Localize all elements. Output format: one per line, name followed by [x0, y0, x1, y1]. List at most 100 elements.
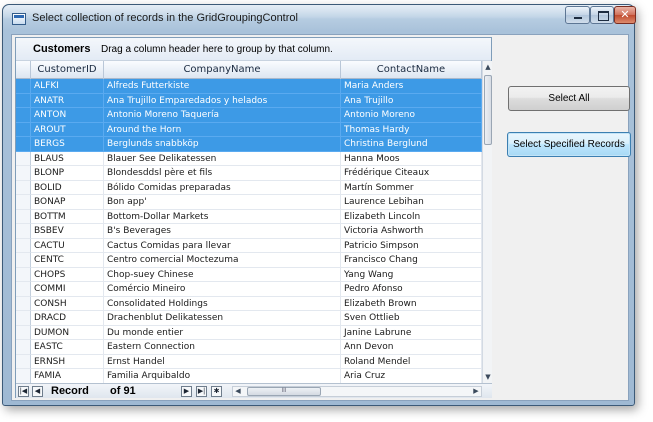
- row-header-cell[interactable]: [16, 79, 31, 94]
- table-row[interactable]: CHOPS Chop-suey Chinese Yang Wang: [16, 267, 482, 282]
- contactname-cell[interactable]: Sven Ottlieb: [341, 311, 482, 326]
- customerid-cell[interactable]: BONAP: [31, 195, 104, 210]
- table-row[interactable]: BLAUS Blauer See Delikatessen Hanna Moos: [16, 151, 482, 166]
- contactname-cell[interactable]: Yang Wang: [341, 267, 482, 282]
- table-row[interactable]: ANTON Antonio Moreno Taquería Antonio More…: [16, 108, 482, 123]
- customerid-cell[interactable]: ERNSH: [31, 354, 104, 369]
- customerid-cell[interactable]: ALFKI: [31, 79, 104, 94]
- contactname-cell[interactable]: Christina Berglund: [341, 137, 482, 152]
- contactname-cell[interactable]: Laurence Lebihan: [341, 195, 482, 210]
- companyname-cell[interactable]: Ernst Handel: [104, 354, 341, 369]
- customerid-cell[interactable]: CHOPS: [31, 267, 104, 282]
- contactname-cell[interactable]: Ana Trujillo: [341, 93, 482, 108]
- row-header-cell[interactable]: [16, 166, 31, 181]
- contactname-cell[interactable]: Patricio Simpson: [341, 238, 482, 253]
- customerid-cell[interactable]: BLAUS: [31, 151, 104, 166]
- row-header-cell[interactable]: [16, 224, 31, 239]
- customerid-cell[interactable]: ANATR: [31, 93, 104, 108]
- contactname-cell[interactable]: Thomas Hardy: [341, 122, 482, 137]
- companyname-cell[interactable]: Consolidated Holdings: [104, 296, 341, 311]
- minimize-button[interactable]: [565, 6, 590, 24]
- new-record-icon[interactable]: ✱: [211, 386, 222, 397]
- row-header-cell[interactable]: [16, 325, 31, 340]
- customerid-cell[interactable]: COMMI: [31, 282, 104, 297]
- row-header-cell[interactable]: [16, 340, 31, 355]
- table-row[interactable]: ERNSH Ernst Handel Roland Mendel: [16, 354, 482, 369]
- row-header-cell[interactable]: [16, 108, 31, 123]
- companyname-cell[interactable]: Du monde entier: [104, 325, 341, 340]
- companyname-cell[interactable]: Antonio Moreno Taquería: [104, 108, 341, 123]
- row-header-cell[interactable]: [16, 267, 31, 282]
- contactname-cell[interactable]: Janine Labrune: [341, 325, 482, 340]
- scroll-right-arrow-icon[interactable]: ▶: [471, 387, 481, 396]
- table-row[interactable]: BSBEV B's Beverages Victoria Ashworth: [16, 224, 482, 239]
- column-header-customerid[interactable]: CustomerID: [31, 61, 104, 79]
- select-specified-records-button[interactable]: Select Specified Records: [507, 132, 631, 157]
- last-record-icon[interactable]: ▶|: [196, 386, 207, 397]
- customerid-cell[interactable]: ANTON: [31, 108, 104, 123]
- companyname-cell[interactable]: Alfreds Futterkiste: [104, 79, 341, 94]
- table-row[interactable]: BOTTM Bottom-Dollar Markets Elizabeth Linc…: [16, 209, 482, 224]
- table-row[interactable]: ALFKI Alfreds Futterkiste Maria Anders: [16, 79, 482, 94]
- contactname-cell[interactable]: Victoria Ashworth: [341, 224, 482, 239]
- contactname-cell[interactable]: Frédérique Citeaux: [341, 166, 482, 181]
- customerid-cell[interactable]: DUMON: [31, 325, 104, 340]
- table-row[interactable]: BOLID Bólido Comidas preparadas Martín Som…: [16, 180, 482, 195]
- row-header-cell[interactable]: [16, 137, 31, 152]
- contactname-cell[interactable]: Hanna Moos: [341, 151, 482, 166]
- contactname-cell[interactable]: Elizabeth Brown: [341, 296, 482, 311]
- table-row[interactable]: ANATR Ana Trujillo Emparedados y helados A…: [16, 93, 482, 108]
- row-header-cell[interactable]: [16, 195, 31, 210]
- row-header-cell[interactable]: [16, 122, 31, 137]
- row-header-cell[interactable]: [16, 369, 31, 383]
- companyname-cell[interactable]: Chop-suey Chinese: [104, 267, 341, 282]
- row-header-cell[interactable]: [16, 282, 31, 297]
- companyname-cell[interactable]: B's Beverages: [104, 224, 341, 239]
- companyname-cell[interactable]: Centro comercial Moctezuma: [104, 253, 341, 268]
- first-record-icon[interactable]: |◀: [18, 386, 29, 397]
- table-row[interactable]: CACTU Cactus Comidas para llevar Patricio …: [16, 238, 482, 253]
- contactname-cell[interactable]: Aria Cruz: [341, 369, 482, 383]
- companyname-cell[interactable]: Comércio Mineiro: [104, 282, 341, 297]
- table-row[interactable]: FAMIA Familia Arquibaldo Aria Cruz: [16, 369, 482, 383]
- companyname-cell[interactable]: Bon app': [104, 195, 341, 210]
- row-header-cell[interactable]: [16, 180, 31, 195]
- companyname-cell[interactable]: Eastern Connection: [104, 340, 341, 355]
- customerid-cell[interactable]: EASTC: [31, 340, 104, 355]
- close-button[interactable]: ✕: [614, 6, 636, 24]
- horizontal-scrollbar[interactable]: ◀ III ▶: [232, 386, 482, 397]
- table-row[interactable]: BLONP Blondesddsl père et fils Frédérique …: [16, 166, 482, 181]
- customerid-cell[interactable]: CONSH: [31, 296, 104, 311]
- select-all-button[interactable]: Select All: [508, 86, 630, 111]
- table-row[interactable]: AROUT Around the Horn Thomas Hardy: [16, 122, 482, 137]
- companyname-cell[interactable]: Bólido Comidas preparadas: [104, 180, 341, 195]
- row-header-cell[interactable]: [16, 296, 31, 311]
- table-row[interactable]: EASTC Eastern Connection Ann Devon: [16, 340, 482, 355]
- companyname-cell[interactable]: Blauer See Delikatessen: [104, 151, 341, 166]
- companyname-cell[interactable]: Berglunds snabbköp: [104, 137, 341, 152]
- customerid-cell[interactable]: BSBEV: [31, 224, 104, 239]
- table-row[interactable]: BERGS Berglunds snabbköp Christina Berglun…: [16, 137, 482, 152]
- row-header-cell[interactable]: [16, 311, 31, 326]
- vertical-scrollbar[interactable]: ▲ ▼: [482, 61, 492, 383]
- contactname-cell[interactable]: Elizabeth Lincoln: [341, 209, 482, 224]
- companyname-cell[interactable]: Drachenblut Delikatessen: [104, 311, 341, 326]
- row-header-cell[interactable]: [16, 253, 31, 268]
- row-header-cell[interactable]: [16, 209, 31, 224]
- contactname-cell[interactable]: Antonio Moreno: [341, 108, 482, 123]
- scroll-up-arrow-icon[interactable]: ▲: [483, 61, 493, 73]
- companyname-cell[interactable]: Around the Horn: [104, 122, 341, 137]
- table-row[interactable]: CENTC Centro comercial Moctezuma Francisco…: [16, 253, 482, 268]
- customerid-cell[interactable]: CACTU: [31, 238, 104, 253]
- customerid-cell[interactable]: BOLID: [31, 180, 104, 195]
- table-row[interactable]: DRACD Drachenblut Delikatessen Sven Ottlie…: [16, 311, 482, 326]
- contactname-cell[interactable]: Maria Anders: [341, 79, 482, 94]
- companyname-cell[interactable]: Blondesddsl père et fils: [104, 166, 341, 181]
- customerid-cell[interactable]: BLONP: [31, 166, 104, 181]
- table-row[interactable]: CONSH Consolidated Holdings Elizabeth Brow…: [16, 296, 482, 311]
- table-row[interactable]: COMMI Comércio Mineiro Pedro Afonso: [16, 282, 482, 297]
- next-record-icon[interactable]: ▶: [181, 386, 192, 397]
- customerid-cell[interactable]: CENTC: [31, 253, 104, 268]
- column-header-contactname[interactable]: ContactName: [341, 61, 482, 79]
- row-header-cell[interactable]: [16, 354, 31, 369]
